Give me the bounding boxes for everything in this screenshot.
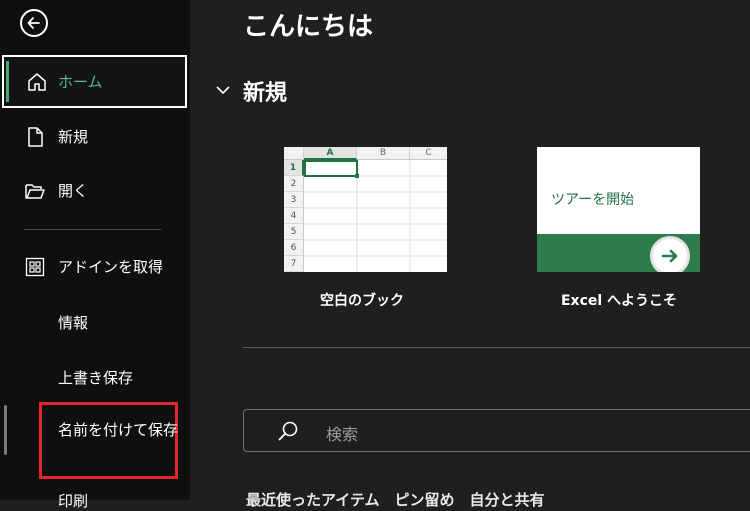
- sheet-preview: A B C 1 2 3 4 5 6 7: [284, 147, 447, 272]
- sidebar-item-label: 開く: [58, 181, 89, 200]
- sidebar-item-open[interactable]: 開く: [0, 165, 190, 215]
- template-title: 空白のブック: [320, 293, 404, 309]
- template-welcome-tour[interactable]: ツアーを開始: [537, 147, 700, 272]
- row-header: 3: [284, 192, 304, 208]
- sidebar-item-get-addins[interactable]: アドインを取得: [0, 241, 190, 291]
- search-placeholder: 検索: [326, 425, 359, 444]
- row-header: 1: [284, 160, 304, 176]
- sidebar-item-label: 新規: [58, 127, 89, 146]
- sidebar-item-label: アドインを取得: [58, 257, 164, 276]
- home-icon: [28, 73, 46, 91]
- sidebar-item-print[interactable]: 印刷: [58, 490, 88, 511]
- template-blank-workbook[interactable]: A B C 1 2 3 4 5 6 7: [284, 147, 447, 272]
- template-title: Excel へようこそ: [560, 293, 678, 309]
- row-header: 5: [284, 224, 304, 240]
- row-header: 7: [284, 256, 304, 272]
- sidebar-item-save-as[interactable]: 名前を付けて保存: [58, 418, 178, 442]
- sidebar-divider: [24, 229, 161, 230]
- sidebar: ホーム 新規 開く アドインを取得 情報 上書き保存 名前を付けて保存 印刷: [0, 0, 190, 510]
- tour-text: ツアーを開始: [551, 192, 635, 208]
- back-button[interactable]: [20, 9, 48, 37]
- sidebar-item-label: ホーム: [58, 73, 103, 91]
- row-header: 6: [284, 240, 304, 256]
- main-content: こんにちは 新規 A B C 1 2 3 4 5 6 7 空白のブック ツアーを…: [190, 0, 750, 509]
- selection-indicator: [6, 61, 9, 102]
- arrow-right-icon: [650, 236, 690, 272]
- column-header: A: [304, 147, 357, 160]
- section-heading-new: 新規: [243, 81, 288, 106]
- row-header: 2: [284, 176, 304, 192]
- sheet-gridlines: [304, 160, 447, 272]
- search-icon: [278, 421, 298, 441]
- row-header: 4: [284, 208, 304, 224]
- arrow-left-icon: [27, 17, 40, 29]
- section-divider: [243, 347, 750, 348]
- page-title: こんにちは: [243, 12, 374, 42]
- sidebar-item-home[interactable]: ホーム: [2, 55, 187, 108]
- folder-open-icon: [25, 184, 45, 199]
- column-header: C: [410, 147, 447, 160]
- corner-cell: [284, 147, 304, 160]
- sidebar-scrollbar[interactable]: [4, 405, 7, 455]
- sidebar-item-new[interactable]: 新規: [0, 111, 190, 161]
- search-input[interactable]: 検索: [243, 409, 750, 452]
- grid-icon: [25, 257, 45, 277]
- sidebar-item-info[interactable]: 情報: [58, 312, 88, 333]
- chevron-down-icon[interactable]: [215, 84, 231, 96]
- sidebar-item-save[interactable]: 上書き保存: [58, 367, 133, 388]
- new-file-icon: [28, 127, 43, 147]
- column-header: B: [357, 147, 410, 160]
